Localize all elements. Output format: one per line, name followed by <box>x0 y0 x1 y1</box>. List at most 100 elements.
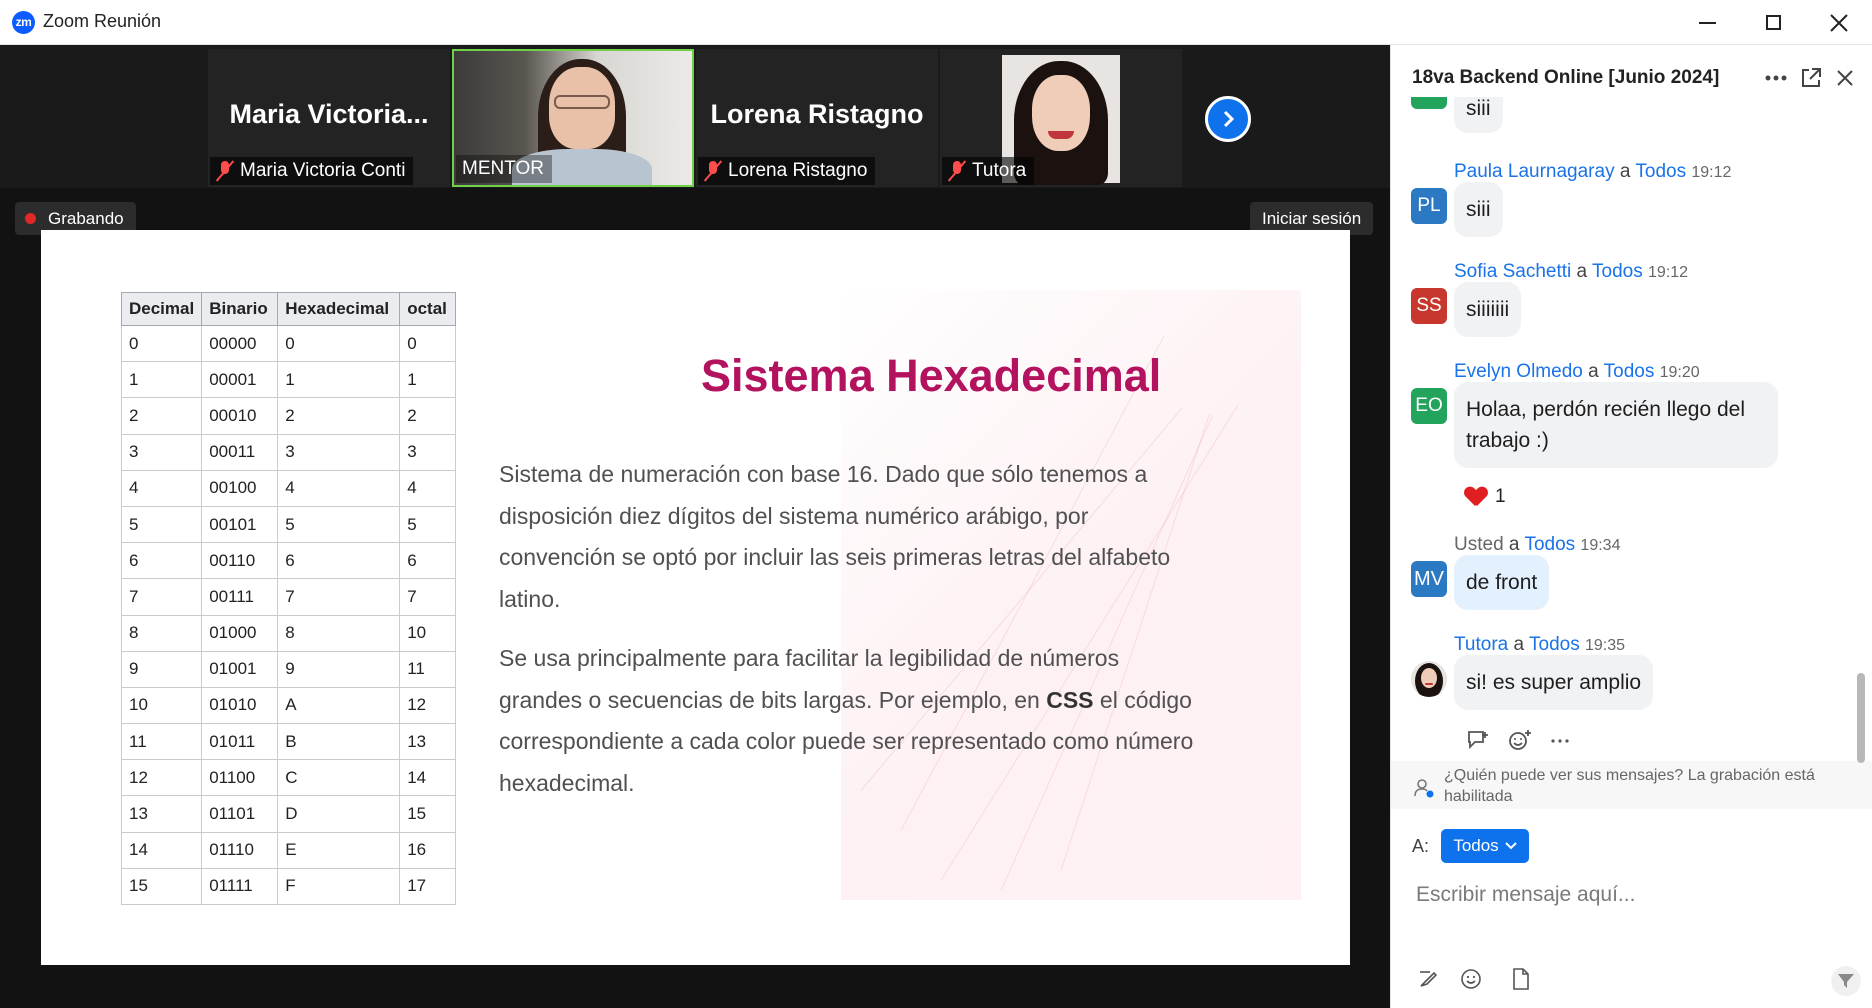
recipient-name[interactable]: Todos <box>1529 634 1580 655</box>
close-icon <box>1830 13 1848 32</box>
recipient-name[interactable]: Todos <box>1592 261 1643 282</box>
table-cell: 12 <box>399 687 457 725</box>
table-cell: 10 <box>120 687 203 725</box>
message-header: Evelyn Olmedo a Todos 19:20 <box>1454 361 1700 382</box>
table-body: 0 00000 0 0 1 00001 1 1 2 00010 2 2 3 00011 3 3 4 00100 4 4… <box>120 325 457 906</box>
chevron-right-icon <box>1223 110 1235 128</box>
heart-icon <box>1465 487 1487 507</box>
emoji-button[interactable] <box>1458 966 1484 992</box>
reply-icon[interactable] <box>1466 729 1490 751</box>
message-time: 19:12 <box>1648 264 1689 281</box>
table-row: 7 00111 7 7 <box>120 578 457 616</box>
sender-name[interactable]: Evelyn Olmedo <box>1454 361 1583 382</box>
column-header: Decimal <box>120 292 203 326</box>
participant-label: Tutora <box>942 157 1035 185</box>
participant-tile-video[interactable]: MENTOR <box>452 49 694 187</box>
table-cell: 6 <box>120 542 203 580</box>
avatar: PL <box>1411 188 1447 224</box>
message-bubble[interactable]: si! es super amplio <box>1454 655 1654 710</box>
recipient-name[interactable]: Todos <box>1635 161 1686 182</box>
participant-tile[interactable]: Lorena Ristagno Lorena Ristagno <box>696 49 938 187</box>
table-cell: 13 <box>120 795 203 833</box>
table-row: 14 01110 E 16 <box>120 832 457 869</box>
table-cell: 1 <box>277 361 401 399</box>
table-row: 11 01011 B 13 <box>120 723 457 761</box>
table-cell: 01100 <box>201 759 279 797</box>
message-bubble[interactable]: de front <box>1454 555 1550 610</box>
participant-name: MENTOR <box>462 158 544 179</box>
table-cell: 4 <box>399 470 457 507</box>
message-bubble[interactable]: siii <box>1454 182 1503 237</box>
table-cell: 7 <box>399 578 457 616</box>
minimize-icon <box>1698 21 1716 24</box>
message-actions <box>1466 729 1570 751</box>
add-reaction-icon[interactable] <box>1508 729 1532 751</box>
table-cell: 7 <box>120 578 203 616</box>
table-cell: 8 <box>120 615 203 652</box>
privacy-banner: ¿Quién puede ver sus mensajes? La grabac… <box>1391 761 1872 809</box>
minimize-button[interactable] <box>1674 0 1740 45</box>
table-cell: 0 <box>277 325 401 363</box>
table-cell: 17 <box>399 868 457 906</box>
emoji-icon <box>1461 969 1481 989</box>
sign-in-label: Iniciar sesión <box>1262 208 1362 228</box>
message-bubble[interactable]: siiiiiii <box>1454 282 1522 337</box>
message-header: Tutora a Todos 19:35 <box>1454 634 1626 655</box>
chat-more-button[interactable] <box>1761 63 1791 93</box>
mic-muted-icon <box>947 160 967 182</box>
participant-tile[interactable]: Maria Victoria... Maria Victoria Conti <box>208 49 450 187</box>
chat-popout-button[interactable] <box>1796 63 1826 93</box>
recipient-label: A: <box>1412 836 1430 856</box>
format-button[interactable] <box>1415 966 1441 992</box>
message-input[interactable] <box>1416 875 1846 915</box>
sender-name[interactable]: Tutora <box>1454 634 1508 655</box>
window-titlebar: zm Zoom Reunión <box>0 0 1872 45</box>
recipient-name[interactable]: Todos <box>1604 361 1655 382</box>
sender-name: Usted <box>1454 534 1504 555</box>
table-cell: 9 <box>120 651 203 688</box>
close-window-button[interactable] <box>1806 0 1872 45</box>
participant-tile[interactable]: Tutora <box>940 49 1182 187</box>
table-cell: 5 <box>120 506 203 544</box>
mic-muted-icon <box>215 160 235 182</box>
person-visibility-icon <box>1414 779 1434 798</box>
table-cell: D <box>277 795 401 833</box>
table-cell: 2 <box>120 397 203 435</box>
table-cell: 1 <box>120 361 203 399</box>
table-row: 4 00100 4 4 <box>120 470 457 507</box>
sender-name[interactable]: Paula Laurnagaray <box>1454 161 1615 182</box>
table-cell: 7 <box>277 578 401 616</box>
close-icon <box>1837 70 1853 86</box>
table-cell: 01110 <box>201 832 279 869</box>
message-bubble[interactable]: Holaa, perdón recién llego del trabajo :… <box>1454 382 1778 468</box>
file-button[interactable] <box>1508 966 1534 992</box>
table-cell: 0 <box>399 325 457 363</box>
avatar: EO <box>1411 388 1447 424</box>
table-cell: 3 <box>277 434 401 471</box>
sender-name[interactable]: Sofia Sachetti <box>1454 261 1571 282</box>
next-participants-button[interactable] <box>1205 96 1251 142</box>
table-cell: 4 <box>277 470 401 507</box>
number-systems-table: Decimal Binario Hexadecimal octal 0 00000… <box>120 292 457 906</box>
table-cell: 15 <box>120 868 203 906</box>
message-bubble[interactable]: siii <box>1454 97 1503 133</box>
shared-screen-slide: Decimal Binario Hexadecimal octal 0 00000… <box>41 230 1350 965</box>
recipient-name[interactable]: Todos <box>1524 534 1575 555</box>
more-horizontal-icon[interactable] <box>1550 729 1570 751</box>
privacy-note[interactable]: ¿Quién puede ver sus mensajes? La grabac… <box>1444 765 1854 807</box>
send-button[interactable] <box>1831 966 1861 996</box>
chat-close-button[interactable] <box>1830 63 1860 93</box>
table-cell: A <box>277 687 401 725</box>
chat-scrollbar[interactable] <box>1857 673 1865 763</box>
recipient-dropdown[interactable]: Todos <box>1441 829 1529 863</box>
table-cell: 14 <box>399 759 457 797</box>
table-header-row: Decimal Binario Hexadecimal octal <box>120 292 457 326</box>
maximize-button[interactable] <box>1740 0 1806 45</box>
message-reaction[interactable]: 1 <box>1465 486 1506 508</box>
table-row: 5 00101 5 5 <box>120 506 457 544</box>
table-cell: 2 <box>277 397 401 435</box>
table-row: 12 01100 C 14 <box>120 759 457 797</box>
slide-paragraph-1: Sistema de numeración con base 16. Dado … <box>499 461 1171 612</box>
table-cell: 5 <box>399 506 457 544</box>
window-title: Zoom Reunión <box>43 11 162 31</box>
